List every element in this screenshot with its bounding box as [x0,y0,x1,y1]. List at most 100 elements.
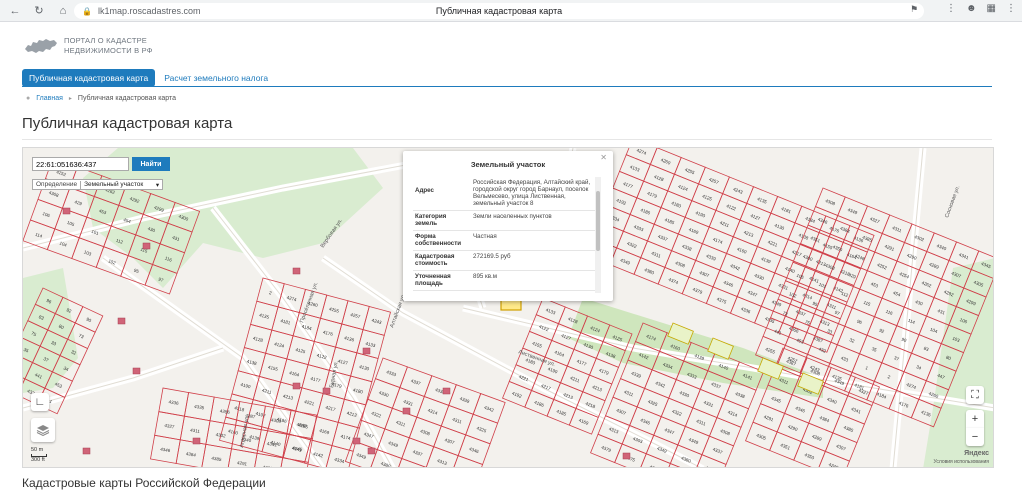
parcel-label: 4180 [353,387,364,395]
home-icon[interactable]: ⌂ [54,2,72,20]
popup-row-value: Земли населенных пунктов [473,213,552,220]
site-logo[interactable]: ПОРТАЛ О КАДАСТРЕ НЕДВИЖИМОСТИ В РФ [24,36,153,56]
more-icon[interactable]: ⋮ [1006,3,1016,14]
bookmark-icon[interactable]: ⚑ [910,4,918,15]
parcel-label: 4336 [740,306,752,315]
parcel-label: 4180 [671,200,683,209]
parcel-label: 429 [848,272,857,280]
parcel-label: 4127 [750,213,762,222]
parcel-label: 4322 [371,411,383,419]
logo-line2: НЕДВИЖИМОСТИ В РФ [64,46,153,55]
cadastral-map[interactable]: 4274 4260 4255 4257 4243 4135 4181 4184 4176 4136… [22,147,994,468]
parcel-label: 4333 [386,369,398,377]
building [82,447,91,455]
parcel-label: 4307 [444,437,456,445]
parcel-label: 4130 [359,364,370,372]
fullscreen-icon[interactable]: ⛶ [966,386,984,404]
parcel-label: 4174 [712,237,724,246]
ruler-icon[interactable]: ∟ [31,393,49,411]
popup-row-label: Адрес [415,187,434,194]
parcel[interactable] [393,457,427,468]
parcel-label: 4255 [329,306,340,314]
terms-link[interactable]: Условия использования [934,459,990,465]
parcel-label: 4385 [843,425,855,434]
parcel-label: 112 [840,291,849,299]
parcel-label: 4221 [304,399,315,407]
breadcrumb-home[interactable]: Главная [36,95,63,102]
parcel-label: 433 [840,355,849,363]
reload-icon[interactable]: ↻ [30,2,48,20]
parcel-label: 4349 [620,257,632,266]
popup-scrollbar[interactable] [595,177,601,293]
extensions-icon[interactable]: ▦ [987,3,996,14]
parcel-label: 4334 [334,457,345,465]
forest-area [23,268,78,393]
popup-row: Категория земель Земли населенных пунктов [413,210,601,230]
parcel-label: 105 [796,273,805,281]
nav-land-tax[interactable]: Расчет земельного налога [164,73,268,83]
building [622,452,631,460]
parcel-label: 4349 [356,452,368,460]
layers-icon[interactable] [31,418,55,442]
parcel-label: 32 [849,337,856,344]
parcel-label: 4307 [835,443,847,452]
menu-dots-icon[interactable]: ⋮ [946,3,956,14]
parcel-label: 4331 [703,400,715,409]
popup-title: Земельный участок [470,160,546,169]
parcel[interactable] [425,446,459,468]
dropdown-arrow-icon: ▾ [155,181,160,189]
parcel-label: 4160 [736,246,748,255]
parcel-label: 4257 [350,312,361,320]
definition-value: Земельный участок [84,180,144,188]
parcel-label: 432 [818,346,827,354]
nav-divider [22,86,992,87]
parcel-label: 104 [929,327,938,335]
close-icon[interactable]: ✕ [600,153,607,162]
parcel-label: 4190 [695,210,707,219]
parcel-label: 90 [86,317,93,324]
zoom-out-button[interactable]: − [966,428,984,446]
parcel-label: 4337 [710,381,722,390]
parcel-label: 106 [42,211,51,218]
parcel-label: 4274 [636,148,648,156]
parcel-label: 453 [796,337,805,345]
parcel-label: 4291 [763,414,775,423]
parcel-label: 4308 [719,428,731,437]
parcel-label: 4337 [412,449,424,457]
parcel-label: 4133 [365,341,376,349]
address-bar[interactable]: 🔒 lk1map.roscadastres.com Публичная када… [74,3,924,19]
definition-selector[interactable]: Определение Земельный участок ▾ [32,179,164,190]
find-button[interactable]: Найти [132,157,170,171]
parcel-label: 116 [885,309,894,317]
parcel-label: 4303 [461,467,473,468]
nav-cadastral-map[interactable]: Публичная кадастровая карта [22,69,156,87]
parcel-label: 4164 [554,349,566,358]
parcel-label: 4186 [640,207,652,216]
parcel[interactable] [325,445,354,468]
street-label: Аграрная ул. [239,415,251,449]
parcel-label: 97 [834,310,841,317]
parcel-label: 4257 [708,177,720,186]
parcel[interactable] [418,466,452,468]
profile-icon[interactable]: ☻ [966,3,977,14]
back-icon[interactable]: ← [6,2,24,20]
parcel-label: 4128 [653,174,665,183]
parcel-label: 4349 [847,207,859,216]
popup-row-value: 895 кв.м [473,273,498,280]
parcel-label: 4347 [747,289,759,298]
parcel-label: 4379 [601,445,613,454]
parcel-label: 4307 [616,408,628,417]
cadastral-number-input[interactable] [32,157,129,171]
definition-select[interactable]: Земельный участок ▾ [80,180,162,189]
zoom-in-button[interactable]: + [966,410,984,428]
building [362,347,371,355]
parcel-label: 4139 [760,256,772,265]
parcel-label: 4177 [576,358,588,367]
parcel-label: 4313 [436,458,448,466]
parcel-label: 4308 [271,417,282,424]
parcel-label: 4340 [826,396,838,405]
parcel[interactable] [450,455,484,468]
building [402,407,411,415]
street-label: Сосновая ул. [944,185,961,219]
parcel-label: 4124 [677,184,689,193]
